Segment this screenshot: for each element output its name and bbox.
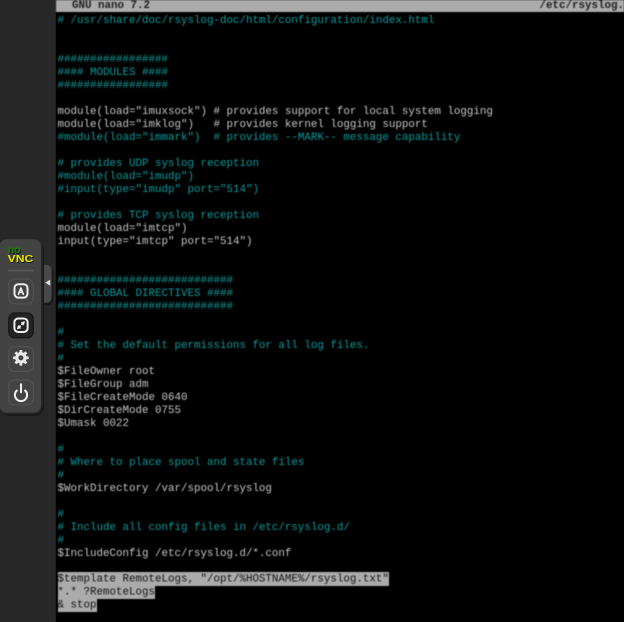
svg-text:VNC: VNC [8,254,34,265]
